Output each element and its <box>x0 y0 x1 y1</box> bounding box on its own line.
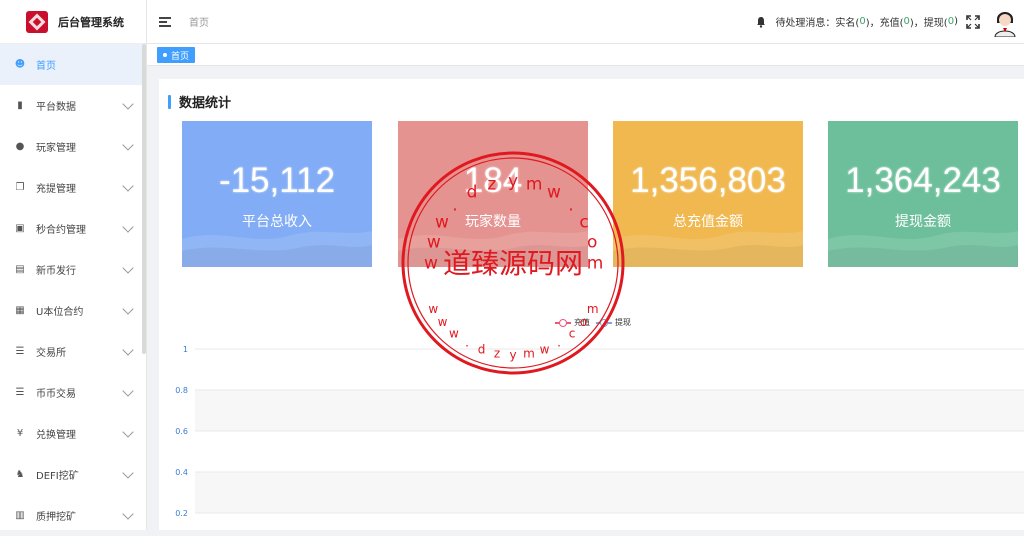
sidebar-item-label: DEFI挖矿 <box>36 471 79 482</box>
chevron-down-icon <box>122 179 134 192</box>
bar-chart-icon: ▥ <box>15 510 25 521</box>
y-tick-label: 0.8 <box>175 386 188 395</box>
recharge-prefix: )，充值( <box>865 18 904 29</box>
stats-panel: 数据统计 -15,112 平台总收入 184 玩家数量 1,356,803 总充… <box>159 79 1024 530</box>
bell-icon[interactable] <box>755 16 767 28</box>
chevron-down-icon <box>122 138 134 151</box>
chevron-down-icon <box>122 507 134 520</box>
sidebar-item-label: 质押挖矿 <box>36 512 76 523</box>
avatar[interactable] <box>992 6 1018 37</box>
line-chart: 1 0.8 0.6 0.4 0.2 <box>175 345 1024 518</box>
sidebar-scrollbar[interactable] <box>142 44 146 354</box>
stat-label: 平台总收入 <box>242 214 312 230</box>
sidebar-item-5[interactable]: ▤ 新币发行 <box>0 249 146 290</box>
header-right: 待处理消息：实名( 0 )，充值( 0 )，提现( 0 ) <box>755 6 1024 37</box>
chevron-down-icon <box>122 302 134 315</box>
sidebar-item-label: 交易所 <box>36 348 66 359</box>
sidebar-item-7[interactable]: ☰ 交易所 <box>0 331 146 372</box>
sidebar-item-label: 首页 <box>36 61 56 72</box>
y-tick-label: 0.2 <box>175 509 188 518</box>
sidebar-item-label: 秒合约管理 <box>36 225 86 236</box>
stat-card-recharge: 1,356,803 总充值金额 <box>613 121 803 267</box>
list-alt-icon: ☰ <box>15 387 25 398</box>
grid-band <box>195 472 1024 513</box>
fullscreen-icon[interactable] <box>966 14 980 29</box>
sidebar-item-2[interactable]: ● 玩家管理 <box>0 126 146 167</box>
tab-dot-icon <box>163 53 167 57</box>
section-title: 数据统计 <box>168 92 231 111</box>
y-tick-label: 1 <box>183 345 188 354</box>
chevron-down-icon <box>122 425 134 438</box>
stat-card-revenue: -15,112 平台总收入 <box>182 121 372 267</box>
chevron-down-icon <box>122 220 134 233</box>
stat-value: 184 <box>463 161 523 200</box>
sidebar-item-1[interactable]: ▮ 平台数据 <box>0 85 146 126</box>
ticket-icon: ▤ <box>15 264 25 275</box>
chevron-down-icon <box>122 384 134 397</box>
sidebar-item-label: 玩家管理 <box>36 143 76 154</box>
stat-label: 提现金额 <box>895 214 951 230</box>
user-icon: ● <box>15 141 25 152</box>
sidebar-item-0[interactable]: ☻ 首页 <box>0 44 146 85</box>
sidebar-item-3[interactable]: ❐ 充提管理 <box>0 167 146 208</box>
main-content: 数据统计 -15,112 平台总收入 184 玩家数量 1,356,803 总充… <box>147 67 1024 530</box>
stat-value: 1,356,803 <box>630 161 786 200</box>
sidebar-item-label: 兑换管理 <box>36 430 76 441</box>
copy-icon: ❐ <box>15 182 25 193</box>
sidebar-item-label: 新币发行 <box>36 266 76 277</box>
sidebar-item-label: U本位合约 <box>36 307 84 318</box>
y-tick-label: 0.4 <box>175 468 188 477</box>
chevron-down-icon <box>122 261 134 274</box>
chevron-down-icon <box>122 97 134 110</box>
withdraw-prefix: )，提现( <box>909 18 948 29</box>
person-walk-icon: ♞ <box>15 469 25 480</box>
top-header: 首页 待处理消息：实名( 0 )，充值( 0 )，提现( 0 ) <box>147 0 1024 44</box>
section-title-bar <box>168 94 171 109</box>
tab-label: 首页 <box>171 51 190 62</box>
app-title: 后台管理系统 <box>58 15 124 29</box>
sidebar-item-label: 平台数据 <box>36 102 76 113</box>
sidebar-item-9[interactable]: ¥ 兑换管理 <box>0 413 146 454</box>
tabs-bar: 首页 <box>147 44 1024 66</box>
grid-icon: ▦ <box>15 305 25 316</box>
y-tick-label: 0.6 <box>175 427 188 436</box>
logo-icon <box>26 10 48 33</box>
breadcrumb[interactable]: 首页 <box>189 14 209 29</box>
list-icon: ☰ <box>15 346 25 357</box>
stat-value: 1,364,243 <box>845 161 1001 200</box>
sidebar-item-label: 币币交易 <box>36 389 76 400</box>
sidebar-item-4[interactable]: ▣ 秒合约管理 <box>0 208 146 249</box>
menu-toggle-icon[interactable] <box>159 16 171 27</box>
chevron-down-icon <box>122 343 134 356</box>
notice-suffix: ) <box>954 16 958 27</box>
stat-label: 总充值金额 <box>673 214 743 230</box>
grid-band <box>195 431 1024 472</box>
grid-band <box>195 349 1024 390</box>
book-icon: ▮ <box>17 100 23 111</box>
stat-value: -15,112 <box>218 161 336 200</box>
sidebar-nav: ☻ 首页 ▮ 平台数据 ● 玩家管理 ❐ 充提管理 ▣ 秒合约管理 ▤ 新币发行 ▦ U本位合约 ☰ 交易所 ☰… <box>0 44 146 536</box>
stat-card-players: 184 玩家数量 <box>398 121 588 267</box>
yen-icon: ¥ <box>16 428 24 439</box>
logo: 后台管理系统 <box>0 0 146 44</box>
stat-card-withdraw: 1,364,243 提现金额 <box>828 121 1018 267</box>
sidebar: 后台管理系统 ☻ 首页 ▮ 平台数据 ● 玩家管理 ❐ 充提管理 ▣ 秒合约管理 ▤ 新币发行 ▦ U本位… <box>0 0 147 530</box>
sidebar-item-8[interactable]: ☰ 币币交易 <box>0 372 146 413</box>
chevron-down-icon <box>122 466 134 479</box>
monitor-icon: ▣ <box>15 223 25 234</box>
stat-label: 玩家数量 <box>465 214 521 230</box>
sidebar-item-label: 充提管理 <box>36 184 76 195</box>
section-title-text: 数据统计 <box>179 96 232 111</box>
grid-band <box>195 390 1024 431</box>
tab-home[interactable]: 首页 <box>157 47 196 63</box>
dashboard-icon: ☻ <box>14 59 26 70</box>
sidebar-item-6[interactable]: ▦ U本位合约 <box>0 290 146 331</box>
notice-prefix: 待处理消息：实名( <box>775 18 860 29</box>
sidebar-item-10[interactable]: ♞ DEFI挖矿 <box>0 454 146 495</box>
